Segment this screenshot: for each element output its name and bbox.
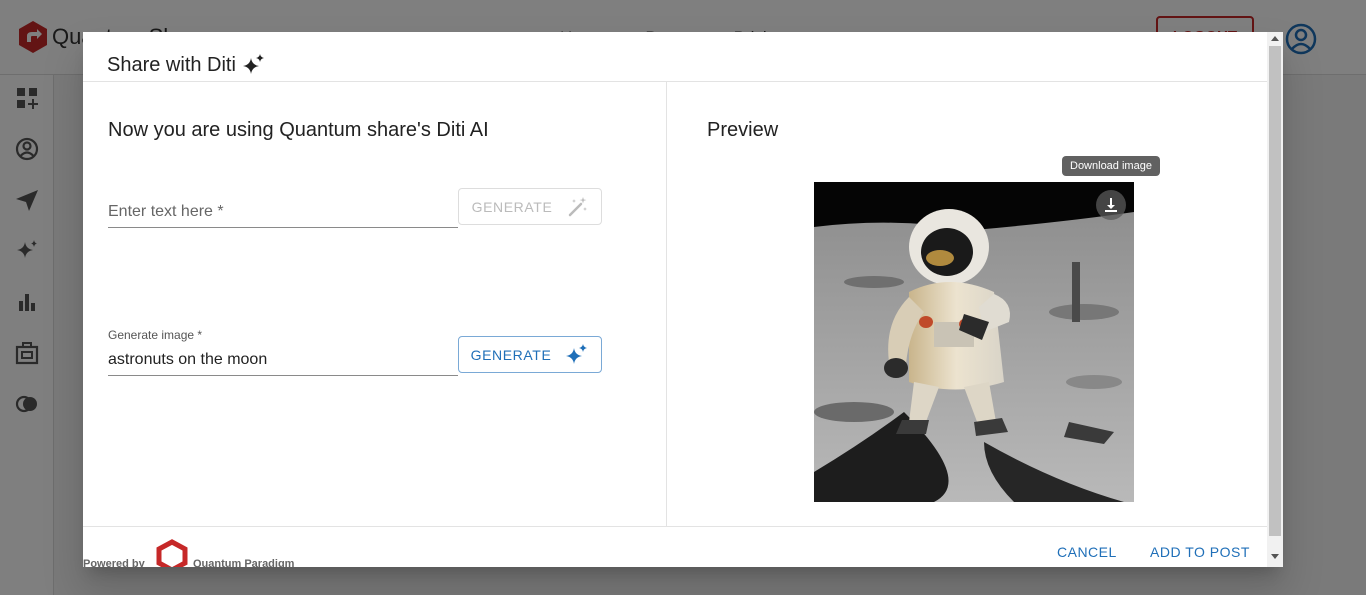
preview-title: Preview	[707, 119, 779, 141]
scroll-down-arrow-icon[interactable]	[1271, 554, 1279, 559]
generate-image-btn-label: GENERATE	[470, 346, 552, 363]
download-icon	[1105, 198, 1117, 212]
generate-text-button[interactable]: GENERATE	[458, 188, 602, 225]
download-image-button[interactable]	[1096, 190, 1126, 220]
share-with-diti-dialog: Share with Diti Now you are using Quantu…	[83, 32, 1283, 567]
dialog-scrollbar[interactable]	[1267, 32, 1283, 567]
generate-image-label: Generate image *	[108, 328, 203, 342]
astronaut-moon-image	[814, 182, 1134, 502]
generate-image-button[interactable]: GENERATE	[458, 336, 602, 373]
cancel-button[interactable]: CANCEL	[1057, 544, 1117, 560]
dialog-title-text: Share with Diti	[107, 53, 236, 76]
generate-image-value: astronuts on the moon	[108, 351, 268, 368]
generate-text-label: GENERATE	[471, 198, 553, 215]
powered-by: Powered by Quantum Paradigm	[83, 536, 323, 567]
download-tooltip: Download image	[1062, 156, 1160, 176]
intro-text: Now you are using Quantum share's Diti A…	[108, 119, 489, 141]
quantum-paradigm-logo	[156, 539, 188, 567]
sparkle-icon	[242, 54, 264, 74]
magic-wand-icon	[569, 196, 588, 216]
sparkle-icon	[566, 343, 588, 364]
scroll-up-arrow-icon[interactable]	[1271, 36, 1279, 41]
footer-divider	[83, 526, 1267, 527]
column-divider	[666, 82, 667, 526]
title-divider	[83, 81, 1267, 82]
enter-text-field[interactable]: Enter text here *	[108, 192, 458, 228]
dialog-title: Share with Diti	[107, 52, 266, 78]
company-name: Quantum Paradigm	[193, 558, 295, 567]
enter-text-placeholder: Enter text here *	[108, 203, 224, 220]
generated-image-preview	[814, 182, 1134, 502]
powered-by-text: Powered by	[83, 558, 145, 567]
add-to-post-button[interactable]: ADD TO POST	[1150, 544, 1250, 560]
generate-image-field[interactable]: Generate image * astronuts on the moon	[108, 326, 458, 376]
scroll-thumb[interactable]	[1269, 46, 1281, 536]
